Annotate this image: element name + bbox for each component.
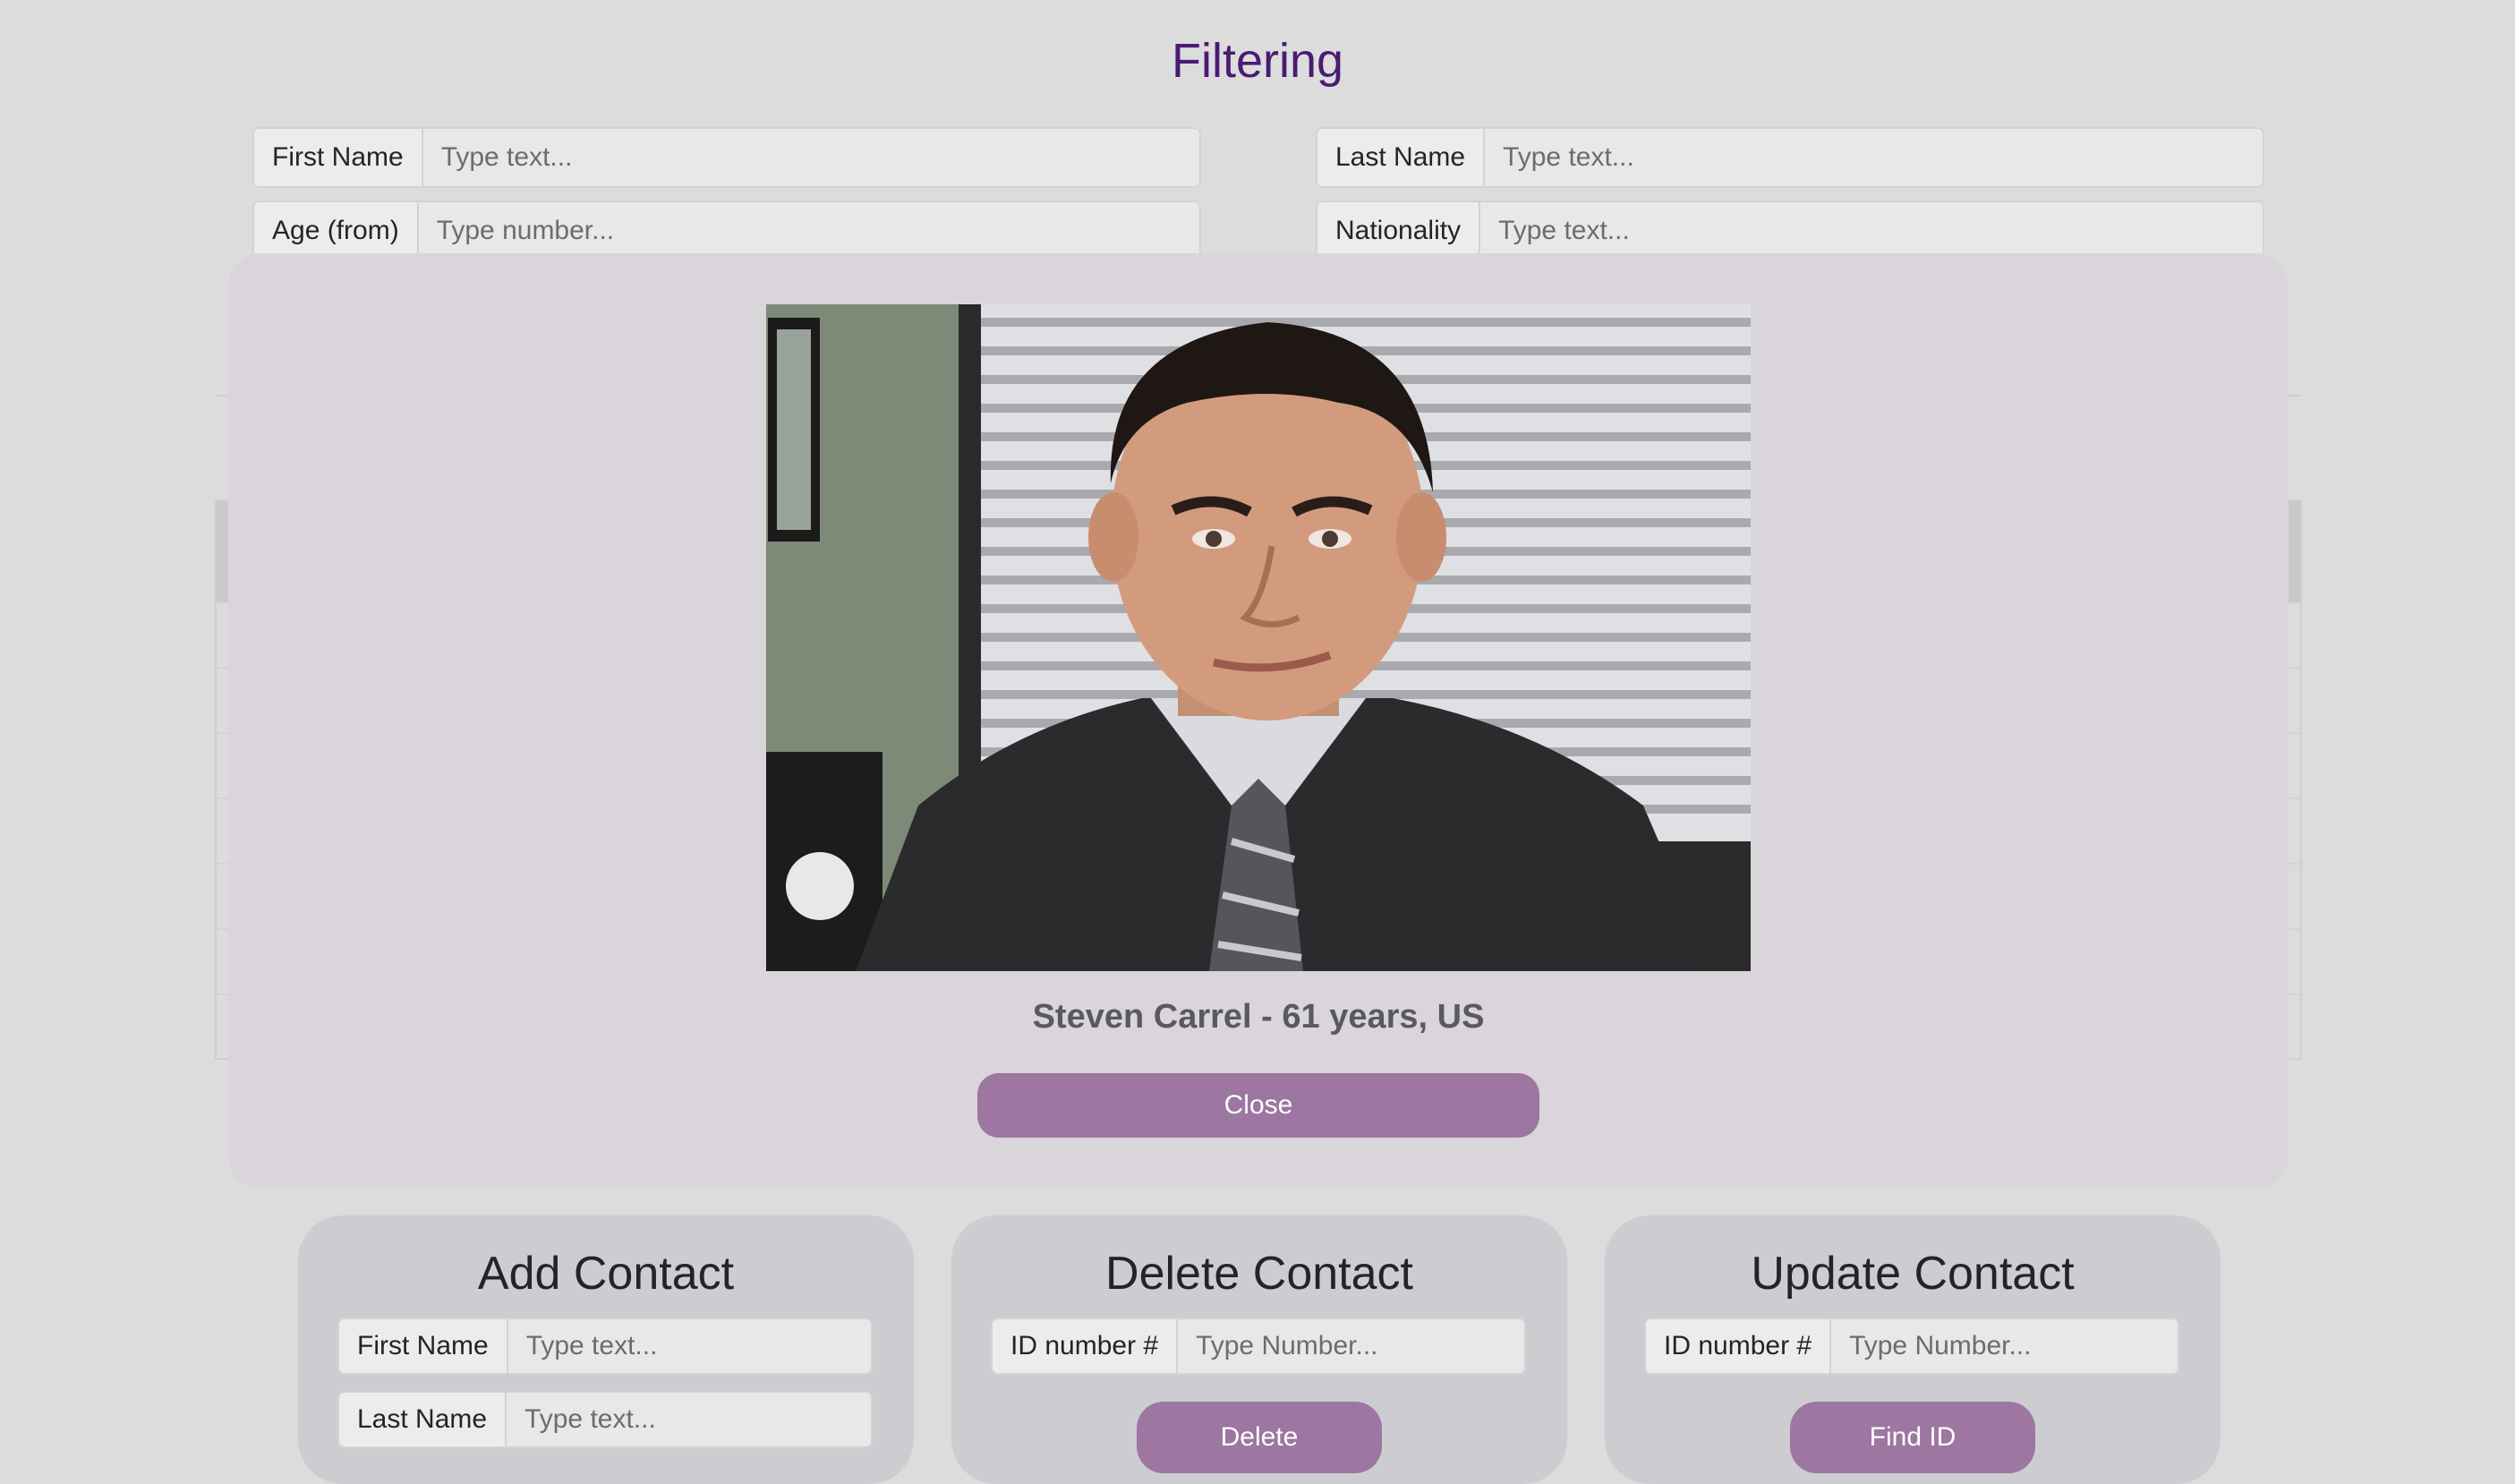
- filter-age-from-input[interactable]: [418, 202, 1199, 260]
- filtering-title: Filtering: [1171, 34, 1344, 88]
- add-last-name-label: Last Name: [339, 1393, 507, 1446]
- contact-detail-modal: Steven Carrel - 61 years, US Close: [228, 253, 2289, 1189]
- update-id-label: ID number #: [1646, 1319, 1832, 1373]
- delete-contact-card: Delete Contact ID number # Delete: [951, 1215, 1567, 1484]
- filter-last-name-input[interactable]: [1485, 129, 2263, 186]
- update-contact-title: Update Contact: [1751, 1248, 2075, 1300]
- update-id-group: ID number #: [1644, 1318, 2179, 1375]
- filter-last-name-group: Last Name: [1316, 127, 2264, 188]
- filter-first-name-label: First Name: [254, 129, 423, 186]
- delete-button[interactable]: Delete: [1137, 1402, 1382, 1473]
- update-contact-card: Update Contact ID number # Find ID: [1605, 1215, 2221, 1484]
- contact-caption: Steven Carrel - 61 years, US: [1032, 998, 1485, 1036]
- add-first-name-input[interactable]: [507, 1319, 871, 1373]
- add-last-name-input[interactable]: [507, 1393, 871, 1446]
- delete-contact-title: Delete Contact: [1105, 1248, 1413, 1300]
- filter-first-name-group: First Name: [252, 127, 1201, 188]
- delete-id-input[interactable]: [1178, 1319, 1524, 1373]
- filter-last-name-label: Last Name: [1317, 129, 1486, 186]
- add-first-name-label: First Name: [339, 1319, 508, 1373]
- filter-age-from-label: Age (from): [254, 202, 419, 260]
- update-id-input[interactable]: [1831, 1319, 2178, 1373]
- add-contact-card: Add Contact First Name Last Name: [298, 1215, 914, 1484]
- filter-age-from-group: Age (from): [252, 200, 1201, 261]
- find-id-button[interactable]: Find ID: [1790, 1402, 2035, 1473]
- contact-photo: [766, 304, 1751, 971]
- filter-first-name-input[interactable]: [422, 129, 1199, 186]
- delete-id-group: ID number #: [991, 1318, 1526, 1375]
- close-button[interactable]: Close: [977, 1073, 1539, 1138]
- filter-nationality-input[interactable]: [1480, 202, 2263, 260]
- add-last-name-group: Last Name: [337, 1391, 873, 1448]
- filter-nationality-label: Nationality: [1317, 202, 1481, 260]
- add-contact-title: Add Contact: [477, 1248, 735, 1300]
- delete-id-label: ID number #: [993, 1319, 1179, 1373]
- filter-nationality-group: Nationality: [1316, 200, 2264, 261]
- add-first-name-group: First Name: [337, 1318, 873, 1375]
